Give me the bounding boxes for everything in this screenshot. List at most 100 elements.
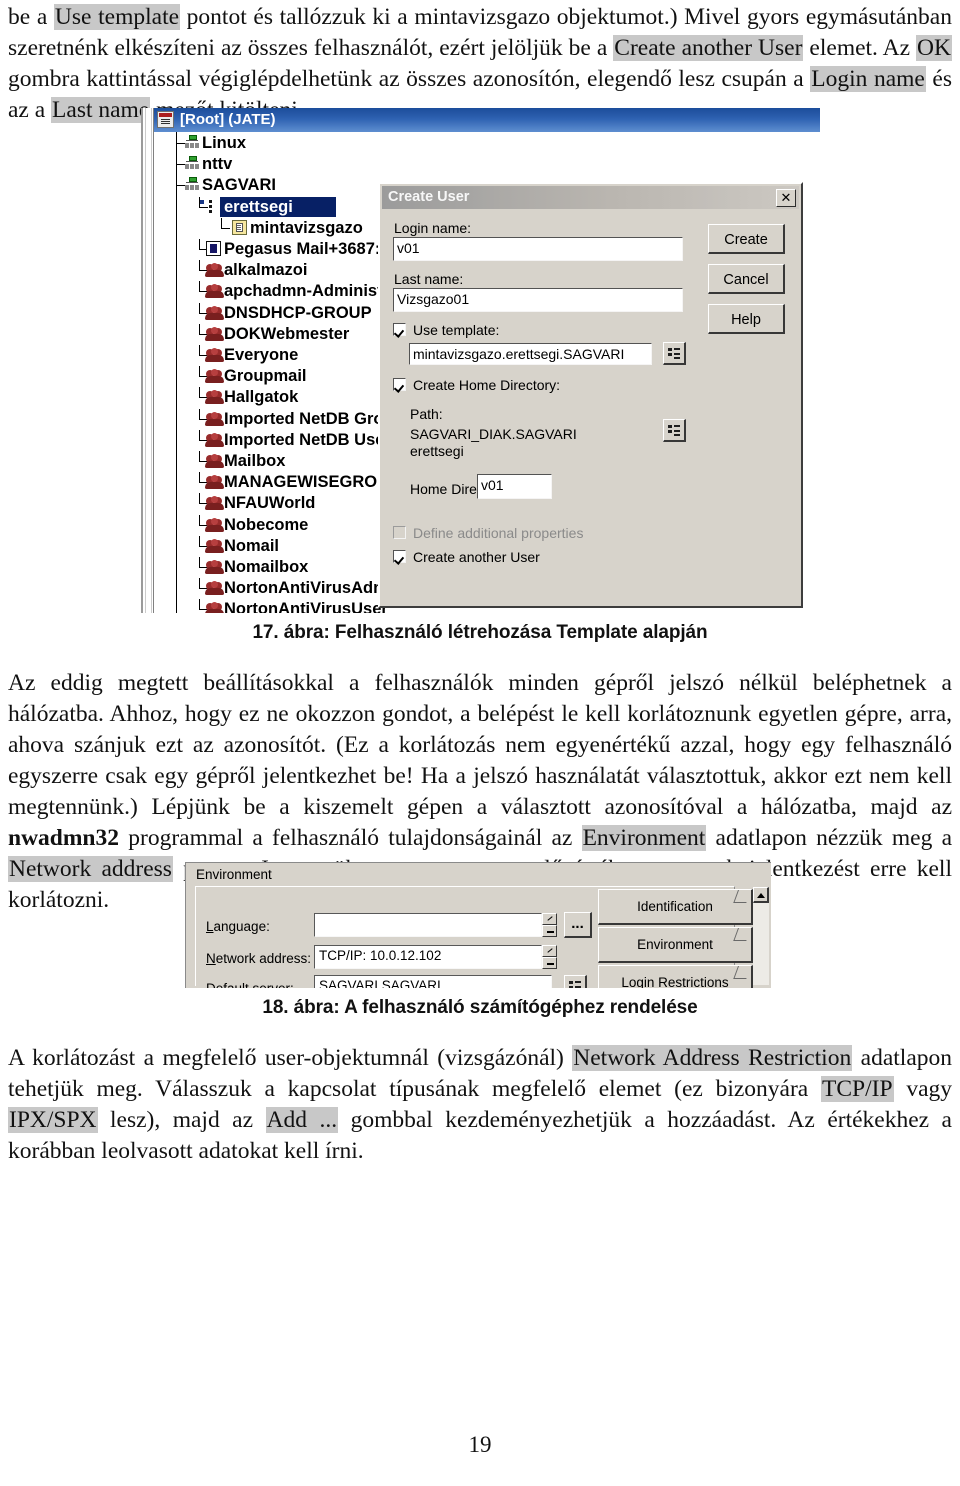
tree-connector-elbow xyxy=(199,599,200,611)
tree-browse-icon xyxy=(569,980,581,988)
tree-item-label: erettsegi xyxy=(224,197,293,216)
dogear-icon xyxy=(733,966,751,979)
language-label-rest: anguage: xyxy=(213,919,270,934)
tab-environment[interactable]: Environment xyxy=(598,927,753,963)
create-home-directory-label: Create Home Directory: xyxy=(413,377,561,393)
create-another-user-checkbox[interactable] xyxy=(393,550,406,563)
tree-item-label: nttv xyxy=(202,155,233,174)
tree-item-label: MANAGEWISEGROU xyxy=(224,473,389,492)
dogear-icon xyxy=(733,890,751,903)
tree-item-label: mintavizsgazo xyxy=(250,218,363,237)
use-template-input[interactable]: mintavizsgazo.erettsegi.SAGVARI xyxy=(409,343,652,365)
language-input[interactable] xyxy=(314,913,542,937)
tree-item-label: Pegasus Mail+3687: xyxy=(224,240,381,258)
last-name-label: Last name: xyxy=(394,271,464,287)
document-page: be a Use template pontot és tallózzuk ki… xyxy=(0,0,960,1486)
tree-connector-elbow xyxy=(199,239,200,250)
ui-term-highlight: Add ... xyxy=(265,1107,339,1133)
language-browse-button[interactable]: ... xyxy=(564,912,592,938)
browse-template-button[interactable] xyxy=(663,342,686,365)
group-icon xyxy=(205,389,224,405)
home-directory-input[interactable]: v01 xyxy=(477,474,552,499)
tree-item-label: Nobecome xyxy=(224,515,309,534)
tree-item-label: alkalmazoi xyxy=(224,261,308,280)
tree-connector-elbow xyxy=(199,366,200,378)
dialog-title-bar[interactable]: Create User ✕ xyxy=(382,186,799,209)
close-icon[interactable]: ✕ xyxy=(776,189,796,207)
browse-path-button[interactable] xyxy=(663,419,686,442)
spinner-up-icon xyxy=(542,945,557,957)
create-user-dialog: Create User ✕ Login name: v01 Last name:… xyxy=(378,182,803,608)
cancel-button[interactable]: Cancel xyxy=(708,264,785,294)
ui-term-highlight: Network Address Restriction xyxy=(572,1045,853,1071)
tree-connector-elbow xyxy=(199,345,200,356)
root-tree-icon xyxy=(157,111,174,128)
text-run: Az eddig megtett beállításokkal a felhas… xyxy=(8,670,952,820)
help-button[interactable]: Help xyxy=(708,304,785,334)
text-run: lesz), majd az xyxy=(97,1107,266,1133)
tree-connector-elbow xyxy=(199,578,200,590)
tree-item-label: Imported NetDB Gro xyxy=(224,409,384,428)
use-template-label: Use template: xyxy=(413,322,500,338)
text-run: adatlapon nézzük meg a xyxy=(706,825,952,851)
tree-connector-elbow xyxy=(221,217,222,229)
tree-item-label: Everyone xyxy=(224,346,299,364)
tree-connector-elbow xyxy=(199,429,200,441)
define-additional-properties-checkbox xyxy=(393,526,406,539)
language-label: Language: xyxy=(206,919,270,934)
tree-icon xyxy=(184,156,201,172)
create-another-user-label: Create another User xyxy=(413,549,540,565)
group-icon xyxy=(205,495,224,511)
tree-item-label: SAGVARI xyxy=(202,176,276,195)
use-template-checkbox[interactable] xyxy=(393,323,406,336)
page-number: 19 xyxy=(468,1432,492,1457)
program-name: nwadmn32 xyxy=(8,825,120,851)
tree-connector-elbow xyxy=(199,472,200,484)
tree-item-label: Linux xyxy=(202,134,246,152)
language-spinner[interactable] xyxy=(542,913,557,937)
default-server-label-rest: efault server: xyxy=(216,981,294,988)
scrollbar-track[interactable] xyxy=(753,903,769,985)
ui-term-highlight: Environment xyxy=(581,825,707,851)
tree-connector-elbow xyxy=(199,451,200,462)
ui-term-highlight: OK xyxy=(916,35,952,61)
network-address-spinner[interactable] xyxy=(542,945,557,969)
create-button[interactable]: Create xyxy=(708,224,785,254)
tree-root-title-bar[interactable]: [Root] (JATE) xyxy=(154,108,820,132)
network-address-input[interactable]: TCP/IP: 10.0.12.102 xyxy=(314,945,542,969)
tree-browse-icon xyxy=(668,347,680,359)
paragraph-address-restriction: A korlátozást a megfelelő user-objektumn… xyxy=(8,1043,952,1167)
text-run: be a xyxy=(8,4,54,30)
ui-term-highlight: TCP/IP xyxy=(821,1076,894,1102)
window-gutter-2 xyxy=(151,108,152,613)
text-run: gombra kattintással végiglépdelhetünk az… xyxy=(8,66,811,92)
tab-login-restrictions[interactable]: Login Restrictions xyxy=(598,965,753,988)
group-icon xyxy=(205,453,224,468)
last-name-input[interactable]: Vizsgazo01 xyxy=(393,288,683,312)
window-gutter-1 xyxy=(145,108,146,613)
tab-scrollbar[interactable] xyxy=(753,887,769,985)
group-icon xyxy=(205,368,224,384)
tree-connector-elbow xyxy=(199,514,200,526)
spinner-up-icon xyxy=(542,913,557,925)
tree-item-label: NFAUWorld xyxy=(224,494,316,513)
tab-identification[interactable]: Identification xyxy=(598,889,753,925)
tab-environment-label: Environment xyxy=(637,937,713,952)
tree-connector-elbow xyxy=(199,408,200,420)
group-icon xyxy=(205,305,224,320)
ui-term-highlight: Network address xyxy=(8,856,173,882)
group-icon xyxy=(205,411,224,426)
default-server-input[interactable]: SAGVARI.SAGVARI xyxy=(314,975,552,988)
tree-item-label: Hallgatok xyxy=(224,388,299,407)
group-icon xyxy=(205,262,224,278)
login-name-input[interactable]: v01 xyxy=(393,237,683,261)
tree-connector-elbow xyxy=(199,535,200,547)
tree-connector-elbow xyxy=(199,323,200,335)
group-icon xyxy=(205,432,224,447)
create-home-directory-checkbox[interactable] xyxy=(393,378,406,391)
scroll-up-icon[interactable] xyxy=(753,887,769,903)
tree-root-label: [Root] (JATE) xyxy=(180,111,276,128)
default-server-browse-button[interactable] xyxy=(564,975,587,988)
tree-connector-line xyxy=(221,227,230,229)
tree-connector-elbow xyxy=(199,493,200,505)
